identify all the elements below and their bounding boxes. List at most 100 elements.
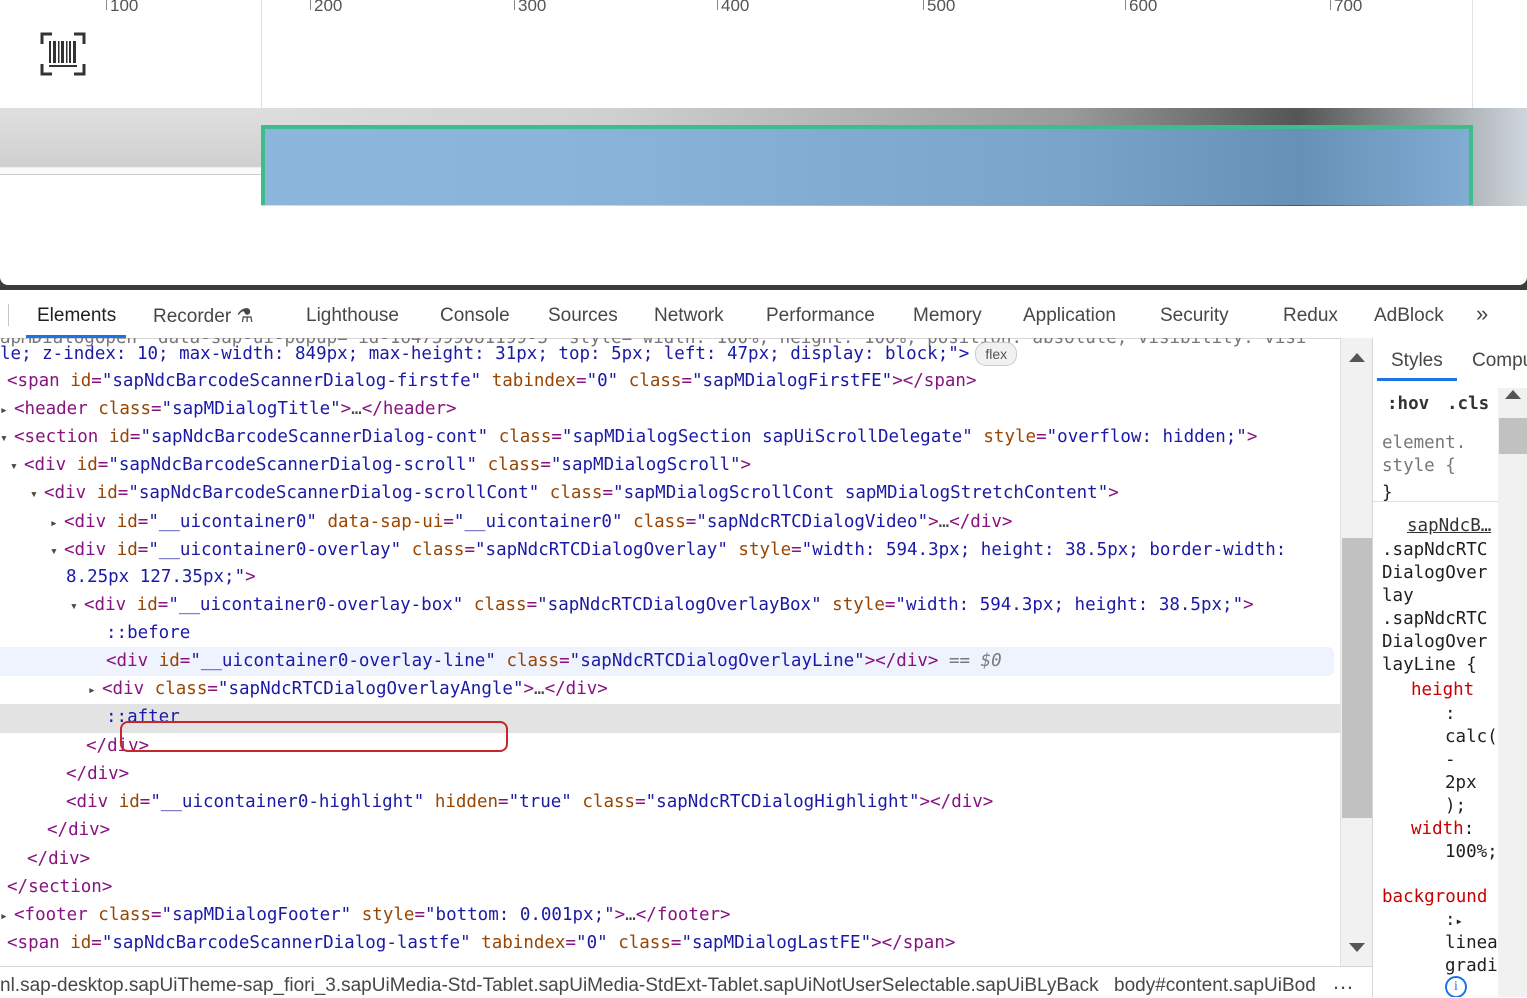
elements-scrollbar[interactable] bbox=[1340, 338, 1373, 966]
breadcrumb-item[interactable]: body#content.sapUiBod bbox=[1114, 975, 1316, 997]
tab-memory[interactable]: Memory bbox=[913, 305, 982, 327]
dom-node-scroll[interactable]: ▾ <div id="sapNdcBarcodeScannerDialog-scr… bbox=[10, 451, 751, 479]
tab-network[interactable]: Network bbox=[654, 305, 724, 327]
attr-tabindex: 0 bbox=[586, 933, 598, 953]
attr-class: sapNdcRTCDialogHighlight bbox=[656, 792, 910, 812]
rule-selector: DialogOver bbox=[1382, 632, 1488, 652]
css-value[interactable]: calc( bbox=[1445, 727, 1498, 747]
tab-application[interactable]: Application bbox=[1023, 305, 1116, 327]
attr-class: sapNdcRTCDialogVideo bbox=[706, 512, 918, 532]
attr-id: __uicontainer0-overlay-box bbox=[178, 595, 453, 615]
attr-id: __uicontainer0 bbox=[158, 512, 307, 532]
elements-dom-tree: apMDialogOpen data-sap-ui-popup= id-1647… bbox=[0, 338, 1340, 966]
dom-node-scrollcont[interactable]: ▾ <div id="sapNdcBarcodeScannerDialog-scr… bbox=[30, 479, 1119, 507]
collapse-triangle-icon[interactable]: ▾ bbox=[10, 453, 24, 481]
flex-badge[interactable]: flex bbox=[975, 342, 1018, 366]
attr-id: sapNdcBarcodeScannerDialog-lastfe bbox=[112, 933, 461, 953]
flask-icon: ⚗ bbox=[236, 306, 254, 327]
css-value: - bbox=[1445, 750, 1456, 770]
css-prop-width[interactable]: width: bbox=[1411, 819, 1474, 839]
dom-close-section: </section> bbox=[7, 877, 113, 897]
attr-tabindex: 0 bbox=[597, 371, 608, 391]
ruler-tick: 300 bbox=[513, 0, 546, 16]
ruler-guide-vertical-right bbox=[1472, 0, 1473, 120]
css-prop-height[interactable]: height bbox=[1411, 680, 1474, 700]
expand-triangle-icon[interactable]: ▸ bbox=[88, 677, 102, 705]
ruler-tick: 500 bbox=[922, 0, 955, 16]
attr-data-sap-ui: __uicontainer0 bbox=[464, 512, 612, 532]
dom-node-firstfe[interactable]: <span id="sapNdcBarcodeScannerDialog-fir… bbox=[7, 367, 977, 395]
dom-node-footer[interactable]: ▸ <footer class="sapMDialogFooter" style=… bbox=[0, 901, 731, 929]
breadcrumb-item[interactable]: nl.sap-desktop.sapUiTheme-sap_fiori_3.sa… bbox=[0, 975, 1099, 997]
tab-redux[interactable]: Redux bbox=[1283, 305, 1338, 327]
video-preview-bottom bbox=[0, 174, 261, 207]
hov-toggle[interactable]: :hov bbox=[1387, 394, 1429, 414]
attr-class: sapMDialogScrollCont sapMDialogStretchCo… bbox=[623, 483, 1098, 503]
scroll-down-icon[interactable] bbox=[1349, 943, 1365, 952]
collapse-triangle-icon[interactable]: ▾ bbox=[30, 481, 44, 509]
styles-scrollbar[interactable] bbox=[1498, 388, 1527, 997]
tab-elements[interactable]: Elements bbox=[37, 305, 116, 327]
tab-recorder[interactable]: Recorder ⚗ bbox=[153, 305, 253, 328]
expand-triangle-icon[interactable]: ▸ bbox=[0, 903, 14, 931]
styles-filter-row: :hov .cls bbox=[1373, 386, 1498, 426]
tab-performance[interactable]: Performance bbox=[766, 305, 875, 327]
dom-node-overlay[interactable]: ▾ <div id="__uicontainer0-overlay" class=… bbox=[50, 536, 1286, 564]
dom-line-overlay-style-cont: 8.25px 127.35px;"> bbox=[66, 567, 256, 587]
tab-sources[interactable]: Sources bbox=[548, 305, 618, 327]
breadcrumb: nl.sap-desktop.sapUiTheme-sap_fiori_3.sa… bbox=[0, 966, 1372, 998]
dom-pseudo-before[interactable]: ::before bbox=[106, 619, 190, 647]
tab-computed[interactable]: Compu bbox=[1472, 350, 1527, 372]
selected-marker: == $0 bbox=[949, 651, 1002, 671]
element-style-close: } bbox=[1382, 483, 1393, 503]
attr-class: sapNdcRTCDialogOverlayLine bbox=[580, 651, 855, 671]
tab-styles[interactable]: Styles bbox=[1391, 350, 1443, 372]
scrollbar-thumb[interactable] bbox=[1499, 418, 1527, 454]
css-value[interactable]: 100%; bbox=[1445, 842, 1498, 862]
more-tabs-button[interactable]: » bbox=[1476, 301, 1488, 327]
tab-lighthouse[interactable]: Lighthouse bbox=[306, 305, 399, 327]
annotation-red-circle bbox=[120, 721, 508, 752]
cls-toggle[interactable]: .cls bbox=[1447, 394, 1489, 414]
expand-triangle-icon[interactable]: ▸ bbox=[50, 510, 64, 538]
collapse-triangle-icon[interactable]: ▾ bbox=[0, 425, 14, 453]
scrollbar-thumb[interactable] bbox=[1342, 538, 1372, 818]
expand-triangle-icon[interactable]: ▸ bbox=[0, 397, 14, 425]
attr-class: sapNdcRTCDialogOverlayAngle bbox=[228, 679, 513, 699]
dom-node-section[interactable]: ▾ <section id="sapNdcBarcodeScannerDialog… bbox=[0, 423, 1257, 451]
dom-node-uicontainer0[interactable]: ▸ <div id="__uicontainer0" data-sap-ui="_… bbox=[50, 508, 1012, 536]
tab-adblock[interactable]: AdBlock bbox=[1374, 305, 1444, 327]
dom-node-lastfe[interactable]: <span id="sapNdcBarcodeScannerDialog-las… bbox=[7, 929, 955, 957]
expand-triangle-icon[interactable]: ▸ bbox=[1456, 914, 1463, 928]
rule-selector: lay bbox=[1382, 586, 1414, 606]
scroll-up-icon[interactable] bbox=[1505, 390, 1521, 399]
tab-security[interactable]: Security bbox=[1160, 305, 1229, 327]
css-value[interactable]: linea bbox=[1445, 933, 1498, 953]
css-prop-width-label: width bbox=[1411, 819, 1464, 839]
dom-node-overlay-line[interactable]: <div id="__uicontainer0-overlay-line" cl… bbox=[106, 647, 1002, 675]
css-colon: : bbox=[1445, 704, 1456, 724]
css-value: ); bbox=[1445, 796, 1467, 816]
styles-sidebar: Styles Compu :hov .cls element. style { … bbox=[1372, 338, 1527, 997]
collapse-triangle-icon[interactable]: ▾ bbox=[50, 538, 64, 566]
attr-class: sapMDialogFooter bbox=[172, 905, 341, 925]
collapsed-ellipsis[interactable]: … bbox=[351, 399, 362, 419]
rule-source-link[interactable]: sapNdcB… bbox=[1407, 516, 1491, 536]
attr-id: "sapNdcBarcodeScannerDialog-cont" bbox=[140, 427, 489, 447]
dom-node-highlight[interactable]: <div id="__uicontainer0-highlight" hidde… bbox=[66, 788, 993, 816]
dom-line-style[interactable]: le; z-index: 10; max-width: 849px; max-h… bbox=[0, 340, 1018, 368]
element-style-selector: style { bbox=[1382, 456, 1456, 476]
info-icon[interactable]: i bbox=[1445, 976, 1467, 997]
barcode-scanner-icon[interactable] bbox=[40, 32, 86, 76]
rule-selector: .sapNdcRTC bbox=[1382, 540, 1488, 560]
scroll-up-icon[interactable] bbox=[1349, 353, 1365, 362]
collapse-triangle-icon[interactable]: ▾ bbox=[70, 593, 84, 621]
breadcrumb-overflow[interactable]: … bbox=[1332, 969, 1354, 995]
css-prop-background[interactable]: background bbox=[1382, 887, 1487, 907]
dom-node-overlay-angle[interactable]: ▸ <div class="sapNdcRTCDialogOverlayAngle… bbox=[88, 675, 608, 703]
ruler-tick: 100 bbox=[105, 0, 138, 16]
dom-node-header[interactable]: ▸ <header class="sapMDialogTitle">…</head… bbox=[0, 395, 457, 423]
dom-node-overlay-box[interactable]: ▾ <div id="__uicontainer0-overlay-box" cl… bbox=[70, 591, 1254, 619]
tab-console[interactable]: Console bbox=[440, 305, 510, 327]
style-value: le; z-index: 10; max-width: 849px; max-h… bbox=[0, 344, 970, 364]
